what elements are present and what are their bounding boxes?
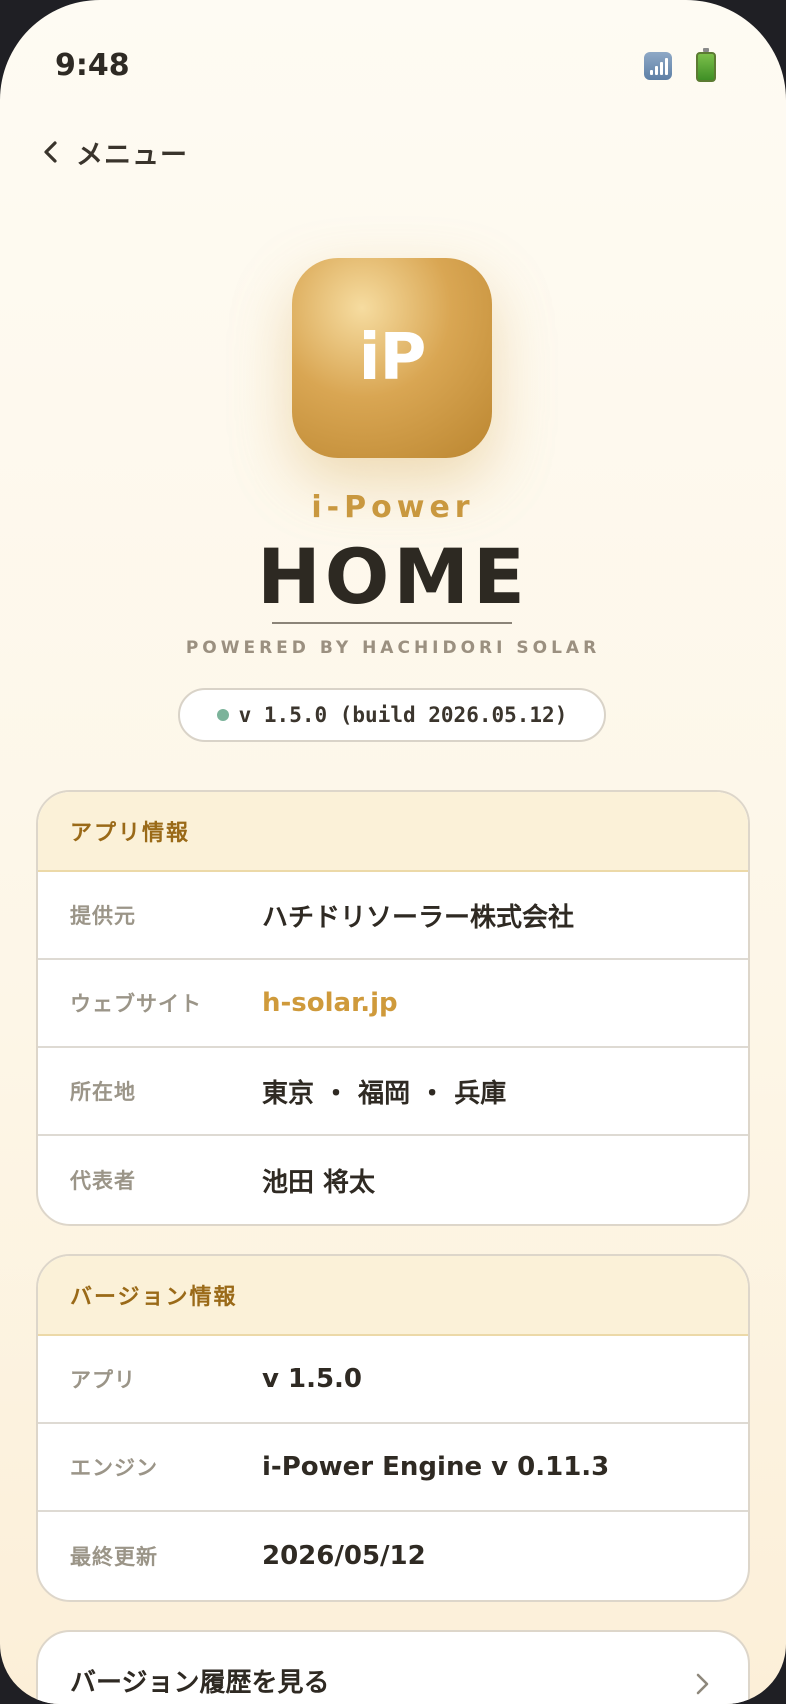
version-badge: v 1.5.0 (build 2026.05.12) bbox=[178, 688, 606, 742]
brand-title: HOME bbox=[257, 532, 529, 621]
row-key: 提供元 bbox=[70, 904, 136, 928]
version-row-engine: エンジン i-Power Engine v 0.11.3 bbox=[38, 1424, 748, 1512]
row-value: 池田 将太 bbox=[262, 1167, 376, 1198]
row-key: 代表者 bbox=[70, 1169, 136, 1193]
card-header: アプリ情報 bbox=[38, 792, 748, 872]
row-key: 所在地 bbox=[70, 1080, 136, 1104]
card-header: バージョン情報 bbox=[38, 1256, 748, 1336]
row-value: ハチドリソーラー株式会社 bbox=[262, 902, 575, 933]
brand-divider bbox=[272, 622, 512, 624]
row-key: ウェブサイト bbox=[70, 992, 202, 1016]
app-logo-text: iP bbox=[358, 321, 427, 395]
card-title: バージョン情報 bbox=[70, 1285, 238, 1310]
app-logo: iP bbox=[292, 258, 492, 458]
version-badge-text: v 1.5.0 (build 2026.05.12) bbox=[238, 703, 568, 727]
website-link[interactable]: h-solar.jp bbox=[262, 988, 398, 1018]
status-time: 9:48 bbox=[55, 48, 130, 83]
row-value: i-Power Engine v 0.11.3 bbox=[262, 1452, 610, 1482]
row-value: v 1.5.0 bbox=[262, 1364, 363, 1394]
battery-icon bbox=[696, 48, 716, 82]
info-row-website: ウェブサイト h-solar.jp bbox=[38, 960, 748, 1048]
row-key: 最終更新 bbox=[70, 1545, 158, 1569]
signal-icon bbox=[644, 52, 672, 80]
back-label: メニュー bbox=[76, 139, 188, 171]
status-dot-icon bbox=[216, 709, 229, 721]
chevron-right-icon bbox=[696, 1673, 709, 1695]
version-info-card: バージョン情報 アプリ v 1.5.0 エンジン i-Power Engine … bbox=[36, 1254, 750, 1602]
version-row-updated: 最終更新 2026/05/12 bbox=[38, 1512, 748, 1600]
chevron-left-icon bbox=[44, 141, 57, 163]
row-key: エンジン bbox=[70, 1456, 158, 1480]
info-row-provider: 提供元 ハチドリソーラー株式会社 bbox=[38, 872, 748, 960]
row-value: 2026/05/12 bbox=[262, 1541, 426, 1571]
row-key: アプリ bbox=[70, 1368, 136, 1392]
about-screen: 9:48 メニュー iP i-Power HOME POWERED BY HAC… bbox=[0, 0, 786, 1704]
app-info-card: アプリ情報 提供元 ハチドリソーラー株式会社 ウェブサイト h-solar.jp… bbox=[36, 790, 750, 1226]
brand-subtitle: i-Power bbox=[311, 490, 475, 525]
status-bar: 9:48 bbox=[0, 0, 786, 130]
row-value: 東京 ・ 福岡 ・ 兵庫 bbox=[262, 1078, 507, 1109]
version-row-app: アプリ v 1.5.0 bbox=[38, 1336, 748, 1424]
back-button[interactable]: メニュー bbox=[40, 132, 188, 172]
powered-by-text: POWERED BY HACHIDORI SOLAR bbox=[185, 638, 601, 658]
version-history-button[interactable]: バージョン履歴を見る bbox=[36, 1630, 750, 1704]
version-history-label: バージョン履歴を見る bbox=[70, 1668, 330, 1698]
info-row-location: 所在地 東京 ・ 福岡 ・ 兵庫 bbox=[38, 1048, 748, 1136]
info-row-representative: 代表者 池田 将太 bbox=[38, 1136, 748, 1224]
card-title: アプリ情報 bbox=[70, 821, 191, 846]
